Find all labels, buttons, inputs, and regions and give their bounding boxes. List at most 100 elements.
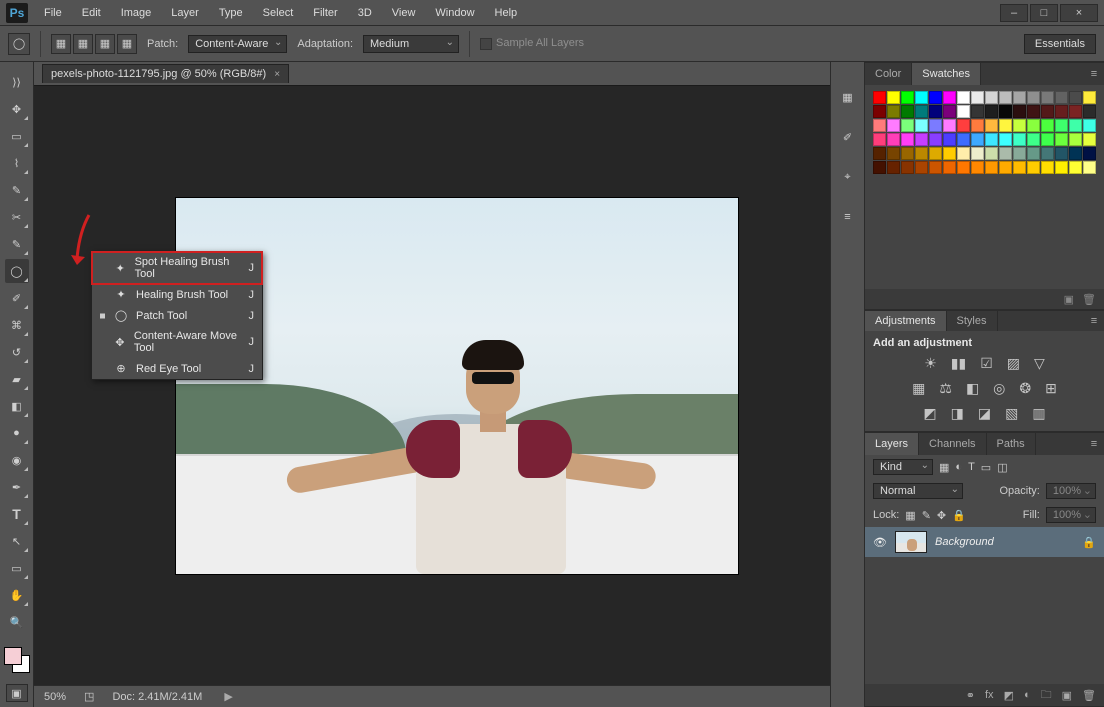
swatch-cell[interactable]: [1069, 119, 1082, 132]
swatch-cell[interactable]: [943, 119, 956, 132]
panel-menu-icon[interactable]: ≡: [1084, 311, 1104, 331]
flyout-spot-healing[interactable]: ✦ Spot Healing Brush Tool J: [92, 252, 262, 284]
swatch-cell[interactable]: [887, 147, 900, 160]
swatch-cell[interactable]: [1041, 133, 1054, 146]
lock-transparent-icon[interactable]: ▦: [905, 509, 915, 522]
swatch-cell[interactable]: [929, 119, 942, 132]
menu-3d[interactable]: 3D: [350, 4, 380, 22]
quick-mask-toggle[interactable]: ▣: [6, 684, 28, 702]
hand-tool[interactable]: ✋: [5, 583, 29, 607]
menu-help[interactable]: Help: [487, 4, 526, 22]
swatch-cell[interactable]: [1041, 105, 1054, 118]
dodge-tool[interactable]: ◉: [5, 448, 29, 472]
swatch-cell[interactable]: [1055, 119, 1068, 132]
swatch-cell[interactable]: [985, 133, 998, 146]
patch-type-select[interactable]: Content-Aware: [188, 35, 287, 53]
lock-pixels-icon[interactable]: ✎: [922, 509, 931, 522]
lasso-tool[interactable]: ⌇: [5, 151, 29, 175]
menu-edit[interactable]: Edit: [74, 4, 109, 22]
swatch-cell[interactable]: [915, 161, 928, 174]
swatch-cell[interactable]: [873, 161, 886, 174]
color-tab[interactable]: Color: [865, 63, 912, 85]
swatch-cell[interactable]: [985, 91, 998, 104]
document-tab[interactable]: pexels-photo-1121795.jpg @ 50% (RGB/8#) …: [42, 64, 289, 83]
swatch-cell[interactable]: [1013, 133, 1026, 146]
fill-value[interactable]: 100%: [1046, 507, 1096, 523]
swatch-cell[interactable]: [957, 105, 970, 118]
layer-style-icon[interactable]: fx: [985, 689, 994, 701]
swatch-cell[interactable]: [999, 147, 1012, 160]
swatch-cell[interactable]: [1013, 147, 1026, 160]
swatch-cell[interactable]: [901, 91, 914, 104]
swatch-cell[interactable]: [1055, 161, 1068, 174]
pen-tool[interactable]: ✒: [5, 475, 29, 499]
swatch-cell[interactable]: [929, 133, 942, 146]
swatch-cell[interactable]: [1027, 105, 1040, 118]
sample-all-layers[interactable]: Sample All Layers: [480, 37, 584, 49]
flyout-red-eye[interactable]: ⊕ Red Eye Tool J: [92, 358, 262, 379]
eyedropper-tool[interactable]: ✎: [5, 232, 29, 256]
swatch-cell[interactable]: [1041, 119, 1054, 132]
swatch-cell[interactable]: [971, 133, 984, 146]
swatch-cell[interactable]: [873, 105, 886, 118]
gradient-tool[interactable]: ◧: [5, 394, 29, 418]
shape-tool[interactable]: ▭: [5, 556, 29, 580]
menu-layer[interactable]: Layer: [163, 4, 207, 22]
swatch-cell[interactable]: [915, 147, 928, 160]
menu-file[interactable]: File: [36, 4, 70, 22]
filter-type-icon[interactable]: T: [968, 461, 975, 473]
delete-swatch-icon[interactable]: 🗑: [1082, 293, 1096, 306]
close-button[interactable]: ×: [1060, 4, 1098, 22]
clone-stamp-tool[interactable]: ⌘: [5, 313, 29, 337]
collapsed-brush-settings-icon[interactable]: ⌖: [837, 166, 859, 188]
swatch-cell[interactable]: [971, 91, 984, 104]
swatch-cell[interactable]: [985, 161, 998, 174]
patch-mode-new[interactable]: ▦: [51, 34, 71, 54]
vibrance-icon[interactable]: ▽: [1034, 355, 1045, 372]
active-tool-icon[interactable]: ◯: [8, 33, 30, 55]
menu-select[interactable]: Select: [255, 4, 302, 22]
collapse-handle[interactable]: ⟩⟩: [5, 70, 29, 94]
filter-shape-icon[interactable]: ▭: [981, 461, 991, 474]
filter-pixel-icon[interactable]: ▦: [939, 461, 949, 474]
status-preview-icon[interactable]: ◳: [84, 690, 94, 703]
swatch-cell[interactable]: [1055, 133, 1068, 146]
group-icon[interactable]: 🗀: [1041, 686, 1052, 705]
filter-adjust-icon[interactable]: ◐: [955, 461, 962, 473]
swatch-cell[interactable]: [873, 133, 886, 146]
swatch-cell[interactable]: [957, 133, 970, 146]
swatch-cell[interactable]: [957, 161, 970, 174]
swatch-cell[interactable]: [957, 119, 970, 132]
patch-mode-add[interactable]: ▦: [73, 34, 93, 54]
visibility-toggle-icon[interactable]: 👁: [873, 536, 887, 549]
path-select-tool[interactable]: ↖: [5, 529, 29, 553]
lock-all-icon[interactable]: 🔒: [952, 509, 966, 522]
swatch-cell[interactable]: [1027, 147, 1040, 160]
doc-size[interactable]: Doc: 2.41M/2.41M: [112, 691, 202, 703]
menu-view[interactable]: View: [384, 4, 424, 22]
swatch-cell[interactable]: [901, 161, 914, 174]
swatch-cell[interactable]: [901, 105, 914, 118]
swatch-cell[interactable]: [873, 91, 886, 104]
swatch-cell[interactable]: [971, 161, 984, 174]
swatch-cell[interactable]: [985, 147, 998, 160]
crop-tool[interactable]: ✂: [5, 205, 29, 229]
collapsed-brushes-icon[interactable]: ✐: [837, 126, 859, 148]
swatch-cell[interactable]: [1055, 105, 1068, 118]
threshold-icon[interactable]: ◪: [978, 405, 991, 422]
swatch-cell[interactable]: [915, 133, 928, 146]
eraser-tool[interactable]: ▰: [5, 367, 29, 391]
curves-icon[interactable]: ☑: [980, 355, 993, 372]
swatch-cell[interactable]: [971, 147, 984, 160]
layer-row-background[interactable]: 👁 Background 🔒: [865, 527, 1104, 557]
channels-tab[interactable]: Channels: [919, 433, 986, 455]
layer-filter-kind[interactable]: Kind: [873, 459, 933, 475]
quick-select-tool[interactable]: ✎: [5, 178, 29, 202]
swatch-cell[interactable]: [887, 133, 900, 146]
canvas-viewport[interactable]: ✦ Spot Healing Brush Tool J ✦ Healing Br…: [34, 86, 830, 685]
swatch-cell[interactable]: [929, 147, 942, 160]
history-brush-tool[interactable]: ↺: [5, 340, 29, 364]
swatch-cell[interactable]: [1027, 133, 1040, 146]
swatch-cell[interactable]: [1069, 105, 1082, 118]
swatch-cell[interactable]: [887, 91, 900, 104]
